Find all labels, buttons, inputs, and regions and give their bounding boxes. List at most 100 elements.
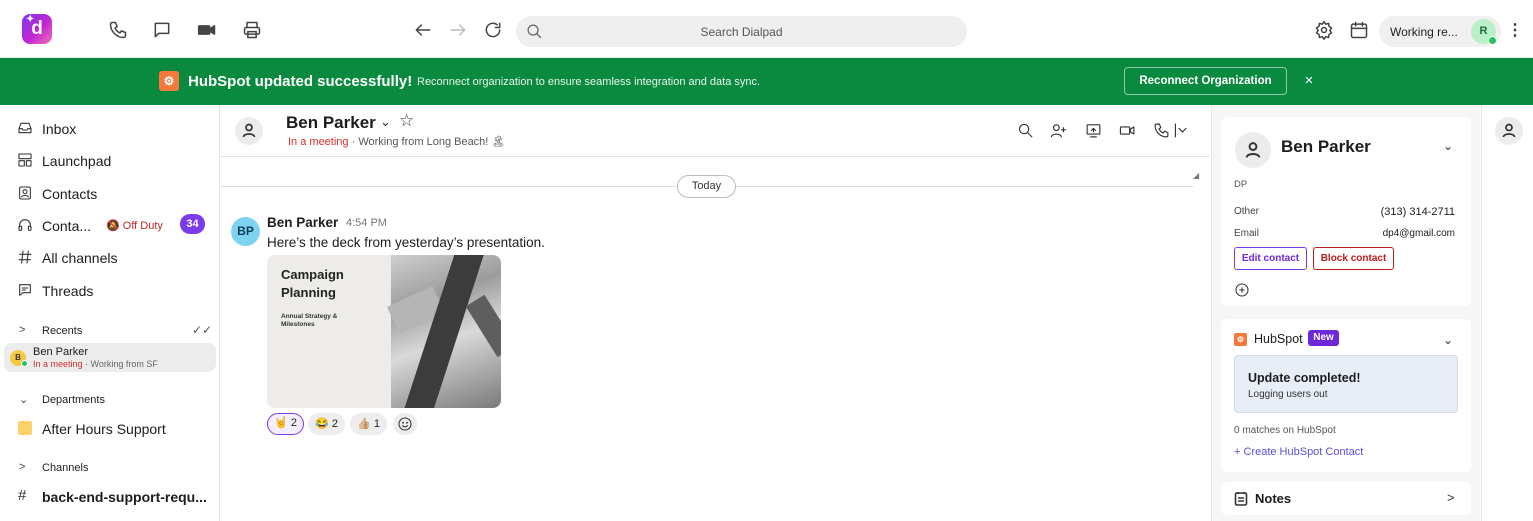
more-icon[interactable]: ⋮ xyxy=(1507,20,1523,42)
sidebar-item-launchpad[interactable]: Launchpad xyxy=(0,146,220,174)
contact-status: In a meeting · Working from Long Beach! … xyxy=(288,136,506,148)
bell-off-icon: 🔕 xyxy=(106,220,120,232)
message-time: 4:54 PM xyxy=(346,217,387,229)
contact-avatar[interactable] xyxy=(235,117,263,145)
update-subtitle: Logging users out xyxy=(1248,389,1328,400)
contact-profile-button[interactable] xyxy=(1495,117,1523,145)
arrow-left-icon[interactable] xyxy=(412,19,434,41)
hash-icon xyxy=(17,249,33,265)
online-dot xyxy=(21,360,28,367)
contact-name[interactable]: Ben Parker xyxy=(286,113,376,133)
department-item-after-hours[interactable]: After Hours Support xyxy=(0,414,220,442)
sidebar-item-threads[interactable]: Threads xyxy=(0,276,220,304)
share-screen-icon[interactable] xyxy=(1085,122,1103,140)
online-dot xyxy=(1488,36,1497,45)
channels-section-header[interactable]: > Channels xyxy=(0,458,220,478)
field-value-phone[interactable]: (313) 314-2711 xyxy=(1381,206,1455,218)
slide-title: Campaign Planning xyxy=(281,267,344,300)
sidebar-item-contact-center[interactable]: Conta... 🔕 Off Duty 34 xyxy=(0,211,220,239)
dialpad-logo[interactable]: ✦ d xyxy=(22,14,52,44)
contacts-icon xyxy=(17,185,33,201)
hash-icon: # xyxy=(18,487,27,504)
create-hubspot-contact-link[interactable]: + Create HubSpot Contact xyxy=(1234,446,1363,458)
reaction-thumbs-up[interactable]: 👍🏼 1 xyxy=(350,413,387,435)
slide-cover: Campaign Planning Annual Strategy & Mile… xyxy=(267,255,391,408)
headset-icon xyxy=(17,217,33,233)
departments-section-header[interactable]: ⌄ Departments xyxy=(0,390,220,410)
top-bar: ✦d Working re... R ⋮ xyxy=(0,0,1533,58)
launchpad-icon xyxy=(17,152,33,168)
add-circle-icon[interactable] xyxy=(1234,282,1250,298)
message-author[interactable]: Ben Parker xyxy=(267,215,338,230)
notes-icon xyxy=(1234,491,1248,506)
update-status-box: Update completed! Logging users out xyxy=(1234,355,1458,413)
refresh-icon[interactable] xyxy=(482,19,504,41)
contact-avatar xyxy=(1235,132,1271,168)
phone-icon[interactable] xyxy=(107,19,129,41)
slide-image xyxy=(387,255,501,408)
search-bar[interactable] xyxy=(516,16,967,47)
chevron-right-icon: > xyxy=(19,461,26,473)
reaction-rock[interactable]: 🤘 2 xyxy=(267,413,304,435)
avatar: B xyxy=(10,350,28,367)
gear-icon[interactable] xyxy=(1313,19,1335,41)
close-icon[interactable]: × xyxy=(1301,72,1317,90)
chat-icon[interactable] xyxy=(151,19,173,41)
block-contact-button[interactable]: Block contact xyxy=(1313,247,1394,270)
sidebar-item-inbox[interactable]: Inbox xyxy=(0,114,220,142)
smiley-icon xyxy=(398,417,412,431)
status-label: Working re... xyxy=(1390,25,1458,39)
video-icon[interactable] xyxy=(196,19,218,41)
sidebar-item-all-channels[interactable]: All channels xyxy=(0,243,220,271)
chevron-down-icon[interactable]: ⌄ xyxy=(1443,139,1453,153)
new-badge: New xyxy=(1308,330,1339,346)
star-icon[interactable]: ☆ xyxy=(399,111,414,131)
chevron-down-icon: ⌄ xyxy=(19,394,29,406)
hubspot-icon: ⚙ xyxy=(1234,333,1247,346)
search-input[interactable] xyxy=(516,16,967,47)
hubspot-banner: ⚙ HubSpot updated successfully! Reconnec… xyxy=(0,58,1533,105)
field-label-other: Other xyxy=(1234,206,1260,217)
conversation-pane: Ben Parker ⌄ ☆ In a meeting · Working fr… xyxy=(221,105,1210,521)
recent-status: In a meeting · Working from SF xyxy=(33,359,158,369)
video-icon[interactable] xyxy=(1119,122,1137,140)
status-selector[interactable]: Working re... R xyxy=(1379,16,1501,47)
edit-contact-button[interactable]: Edit contact xyxy=(1234,247,1307,270)
sidebar: Inbox Launchpad Contacts Conta... 🔕 Off … xyxy=(0,105,220,521)
user-avatar[interactable]: R xyxy=(1471,19,1497,45)
inbox-icon xyxy=(17,120,33,136)
phone-icon[interactable] xyxy=(1153,122,1171,140)
resize-handle-icon[interactable]: ◢ xyxy=(1193,171,1199,180)
recents-section-header[interactable]: > Recents ✓✓ xyxy=(0,321,220,341)
message-text: Here’s the deck from yesterday’s present… xyxy=(267,235,545,250)
recent-item-ben-parker[interactable]: B Ben Parker In a meeting · Working from… xyxy=(4,343,216,372)
chevron-right-icon: > xyxy=(19,324,26,336)
reconnect-organization-button[interactable]: Reconnect Organization xyxy=(1124,67,1287,95)
search-icon[interactable] xyxy=(1017,122,1035,140)
channel-item-back-end-support[interactable]: # back-end-support-requ... xyxy=(0,482,220,510)
chevron-down-icon[interactable]: ⌄ xyxy=(1443,333,1453,347)
mark-all-read-icon[interactable]: ✓✓ xyxy=(192,323,212,337)
field-value-email[interactable]: dp4@gmail.com xyxy=(1383,228,1455,239)
notes-card[interactable]: Notes > xyxy=(1221,482,1471,515)
sidebar-item-contacts[interactable]: Contacts xyxy=(0,179,220,207)
off-duty-status: 🔕 Off Duty xyxy=(106,220,163,232)
hubspot-card: ⚙ HubSpot New ⌄ Update completed! Loggin… xyxy=(1221,319,1471,472)
calendar-icon[interactable] xyxy=(1348,19,1370,41)
chevron-right-icon[interactable]: > xyxy=(1447,490,1455,505)
chevron-down-icon[interactable]: ⌄ xyxy=(380,114,391,130)
call-options-chevron-icon[interactable] xyxy=(1174,122,1192,140)
contact-details-panel: Ben Parker ⌄ DP Other (313) 314-2711 Ema… xyxy=(1211,105,1480,521)
arrow-right-icon[interactable] xyxy=(447,19,469,41)
add-person-icon[interactable] xyxy=(1050,122,1068,140)
reaction-laugh[interactable]: 😂 2 xyxy=(308,413,345,435)
update-title: Update completed! xyxy=(1248,371,1361,385)
banner-title: HubSpot updated successfully! xyxy=(188,73,413,90)
presentation-attachment[interactable]: Campaign Planning Annual Strategy & Mile… xyxy=(267,255,501,408)
message-avatar[interactable]: BP xyxy=(231,217,260,246)
printer-icon[interactable] xyxy=(241,19,263,41)
slide-subtitle: Annual Strategy & Milestones xyxy=(281,313,338,328)
unread-count-badge: 34 xyxy=(180,214,205,234)
hubspot-title: HubSpot xyxy=(1254,332,1303,346)
add-reaction-button[interactable] xyxy=(393,413,417,435)
